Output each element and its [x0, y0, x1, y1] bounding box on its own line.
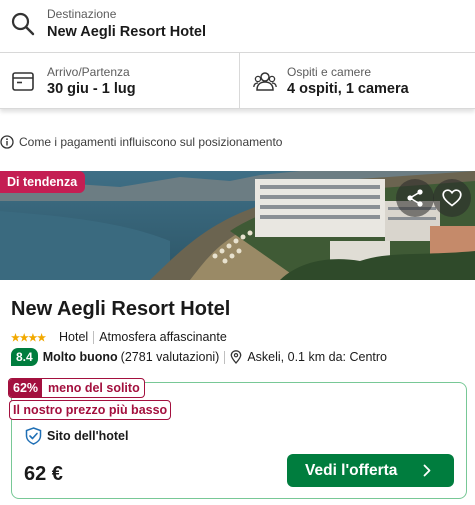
star-rating [11, 332, 55, 342]
ranking-info-text: Come i pagamenti influiscono sul posizio… [19, 135, 283, 149]
trending-badge: Di tendenza [0, 171, 86, 193]
share-button[interactable] [396, 179, 434, 217]
dates-value: 30 giu - 1 lug [47, 81, 136, 97]
rating-row[interactable]: 8.4 Molto buono (2781 valutazioni) Askel… [11, 348, 387, 366]
rating-word: Molto buono [42, 350, 118, 364]
guests-value: 4 ospiti, 1 camera [287, 81, 409, 97]
view-offer-label: Vedi l'offerta [305, 461, 398, 479]
photo-actions [396, 179, 471, 219]
info-icon [0, 135, 14, 149]
shield-check-icon [25, 427, 42, 445]
discount-percent: 62% [9, 379, 43, 397]
stars-icon [11, 332, 47, 342]
discount-text: meno del solito [48, 381, 140, 395]
calendar-icon [12, 72, 34, 91]
guests-picker[interactable]: Ospiti e camere 4 ospiti, 1 camera [240, 53, 475, 109]
divider [93, 330, 95, 344]
chevron-right-icon [423, 464, 431, 477]
location-pin-icon [230, 350, 242, 364]
destination-value: New Aegli Resort Hotel [47, 24, 206, 40]
hotel-tagline: Atmosfera affascinante [99, 330, 227, 344]
search-icon [11, 12, 35, 36]
hotel-type: Hotel [59, 330, 89, 344]
review-count: (2781 valutazioni) [120, 350, 220, 364]
dates-label: Arrivo/Partenza [47, 65, 130, 79]
date-picker[interactable]: Arrivo/Partenza 30 giu - 1 lug [0, 53, 240, 109]
view-offer-button[interactable]: Vedi l'offerta [287, 454, 454, 487]
lowest-price-badge: Il nostro prezzo più basso [9, 400, 172, 420]
site-name: Sito dell'hotel [47, 429, 129, 443]
destination-field[interactable]: Destinazione New Aegli Resort Hotel [0, 0, 475, 53]
search-options-row: Arrivo/Partenza 30 giu - 1 lug Ospiti e … [0, 53, 475, 109]
favorite-button[interactable] [433, 179, 471, 217]
destination-label: Destinazione [47, 7, 117, 21]
offer-price: 62 € [24, 463, 63, 485]
divider [224, 350, 226, 364]
hotel-meta: Hotel Atmosfera affascinante [11, 329, 227, 345]
guests-label: Ospiti e camere [287, 65, 372, 79]
share-icon [407, 189, 423, 207]
hotel-name[interactable]: New Aegli Resort Hotel [11, 298, 230, 321]
ranking-info-link[interactable]: Come i pagamenti influiscono sul posizio… [0, 133, 282, 151]
hotel-location: Askeli, 0.1 km da: Centro [247, 350, 387, 364]
offer-site: Sito dell'hotel [25, 427, 128, 445]
rating-score-badge: 8.4 [11, 348, 38, 366]
heart-icon [442, 189, 462, 207]
guests-icon [253, 72, 277, 91]
discount-badge: 62% meno del solito [8, 378, 145, 398]
